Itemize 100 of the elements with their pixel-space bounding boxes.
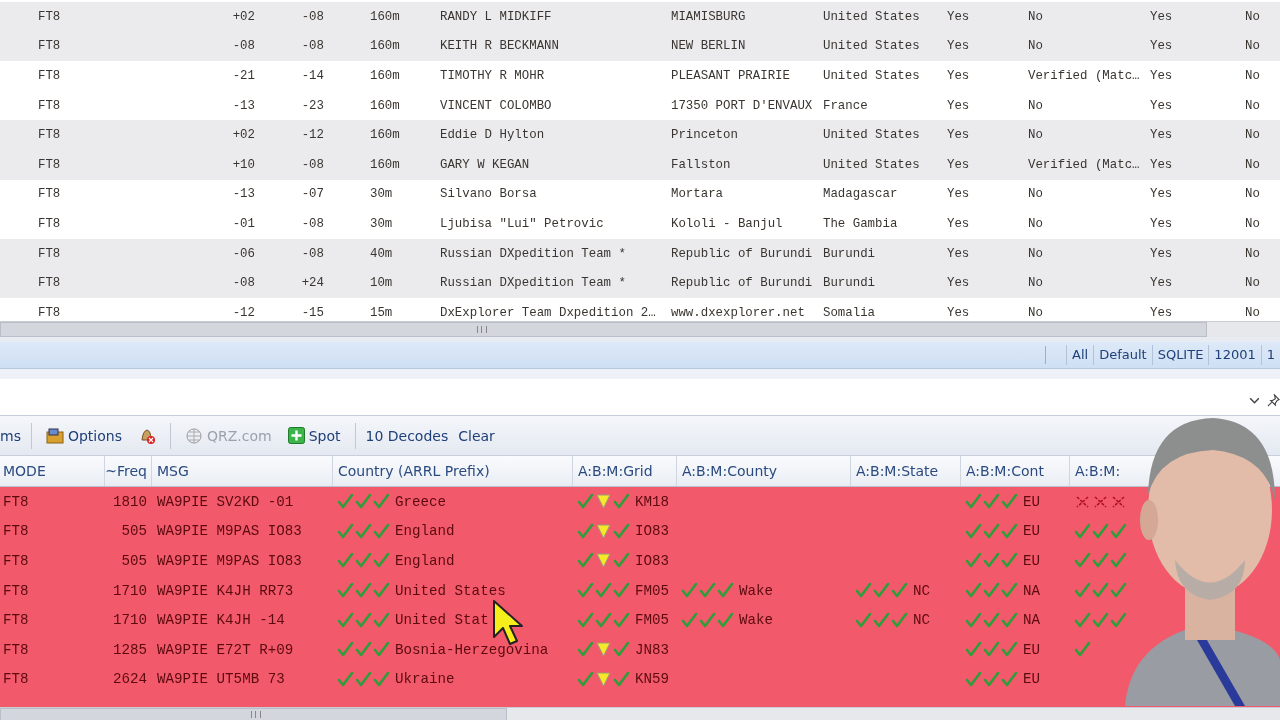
table-cell: RANDY L MIDKIFF bbox=[440, 9, 552, 24]
table-cell-text: 1710 bbox=[111, 582, 148, 599]
table-cell: Madagascar bbox=[823, 187, 898, 202]
table-cell: KN59 bbox=[635, 671, 670, 688]
table-cell: 160m bbox=[370, 9, 400, 24]
toolbar-item[interactable]: ms bbox=[0, 427, 21, 444]
table-cell: -08 bbox=[232, 276, 255, 291]
table-cell: Russian DXpedition Team * bbox=[440, 276, 626, 291]
table-cell: Yes bbox=[947, 98, 970, 113]
table-cell: Yes bbox=[1150, 305, 1173, 320]
table-cell: FT8 bbox=[38, 157, 61, 172]
table-cell: Yes bbox=[947, 187, 970, 202]
table-cell: France bbox=[823, 98, 868, 113]
table-cell: Yes bbox=[947, 246, 970, 261]
table-cell: 160m bbox=[370, 98, 400, 113]
table-cell: Eddie D Hylton bbox=[440, 128, 545, 143]
table-cell: No bbox=[1028, 9, 1043, 24]
table-cell: Yes bbox=[1150, 157, 1173, 172]
table-cell: Yes bbox=[947, 157, 970, 172]
table-cell: -08 bbox=[301, 157, 324, 172]
table-cell: No bbox=[1245, 98, 1260, 113]
globe-icon bbox=[184, 426, 203, 445]
table-cell-text: WA9PIE E72T R+09 bbox=[156, 641, 294, 658]
table-cell-text: FT8 bbox=[2, 553, 29, 569]
table-cell: -23 bbox=[301, 98, 324, 113]
table-cell: Greece bbox=[395, 493, 447, 510]
column-header[interactable]: A:B:M:Cont bbox=[961, 456, 1070, 486]
table-cell: No bbox=[1245, 305, 1260, 320]
table-cell: Yes bbox=[1150, 39, 1173, 54]
table-row[interactable]: FT8 +10 -08 160m GARY W KEGAN Fallston United States Yes Verified (Matc… Yes No bbox=[0, 149, 1280, 180]
column-header[interactable]: A:B:M:State bbox=[851, 456, 961, 486]
table-cell: Republic of Burundi bbox=[671, 246, 813, 261]
table-cell: TIMOTHY R MOHR bbox=[440, 69, 545, 83]
table-cell: FT8 bbox=[38, 246, 61, 261]
table-cell: 10m bbox=[370, 276, 393, 291]
table-cell: EU bbox=[1023, 493, 1041, 510]
table-cell-text: FT8 bbox=[2, 671, 29, 688]
table-cell: Ljubisa "Lui" Petrovic bbox=[440, 216, 604, 231]
table-cell: Somalia bbox=[823, 305, 876, 320]
table-cell: -08 bbox=[232, 39, 255, 54]
column-header[interactable]: A:B:M:County bbox=[677, 456, 851, 486]
table-cell: MIAMISBURG bbox=[671, 9, 746, 24]
table-cell: GARY W KEGAN bbox=[440, 157, 530, 172]
folder-icon bbox=[45, 427, 64, 444]
table-row[interactable]: FT8 +02 -08 160m RANDY L MIDKIFF MIAMISBURG United States Yes No Yes No bbox=[0, 2, 1280, 32]
table-cell: Bosnia-Herzegovina bbox=[395, 641, 549, 658]
table-cell: Yes bbox=[1150, 276, 1173, 291]
table-cell: No bbox=[1245, 128, 1260, 143]
table-cell: -08 bbox=[301, 9, 324, 24]
table-cell: 160m bbox=[370, 157, 400, 172]
horizontal-scrollbar[interactable] bbox=[0, 321, 1280, 337]
table-row[interactable]: FT8 -06 -08 40m Russian DXpedition Team * Republic of Burundi Burundi Yes No Yes No bbox=[0, 238, 1280, 269]
table-cell: Wake bbox=[739, 582, 774, 599]
table-row[interactable]: FT8 -08 -08 160m KEITH R BECKMANN NEW BERLIN United States Yes No Yes No bbox=[0, 31, 1280, 62]
table-cell: United States bbox=[395, 582, 506, 599]
table-cell: NA bbox=[1023, 612, 1041, 629]
table-cell: EU bbox=[1023, 671, 1041, 688]
status-pane: 12001 bbox=[1208, 345, 1261, 365]
table-cell: No bbox=[1245, 69, 1260, 83]
decodes-count: 10 Decodes bbox=[365, 427, 449, 444]
table-row[interactable]: FT8 -08 +24 10m Russian DXpedition Team * Republic of Burundi Burundi Yes No Yes No bbox=[0, 268, 1280, 298]
table-cell: No bbox=[1028, 98, 1043, 113]
table-cell: No bbox=[1245, 187, 1260, 202]
table-cell: No bbox=[1245, 9, 1260, 24]
table-cell: United States bbox=[823, 69, 920, 83]
spot-button[interactable]: Spot bbox=[283, 424, 345, 447]
table-cell: Fallston bbox=[671, 157, 731, 172]
table-cell-text: FT8 bbox=[2, 493, 29, 510]
column-header[interactable]: MODE bbox=[0, 456, 105, 486]
table-cell: 30m bbox=[370, 187, 393, 202]
column-header[interactable]: MSG bbox=[152, 456, 333, 486]
pin-icon[interactable] bbox=[1267, 393, 1280, 407]
table-cell: www.dxexplorer.net bbox=[671, 305, 805, 320]
table-cell: 30m bbox=[370, 216, 393, 231]
table-cell: Yes bbox=[947, 9, 970, 24]
table-cell: Yes bbox=[1150, 98, 1173, 113]
table-cell: Yes bbox=[1150, 187, 1173, 202]
column-header[interactable]: ~Freq bbox=[105, 456, 152, 486]
table-cell: Princeton bbox=[671, 128, 738, 143]
horizontal-scrollbar[interactable] bbox=[0, 707, 1280, 720]
column-header[interactable]: A:B:M:Grid bbox=[573, 456, 677, 486]
table-cell-text: FT8 bbox=[2, 612, 29, 629]
table-cell: No bbox=[1028, 305, 1043, 320]
table-cell: Yes bbox=[947, 69, 970, 83]
table-cell: No bbox=[1245, 276, 1260, 291]
options-button[interactable]: Options bbox=[41, 424, 126, 447]
clear-button[interactable]: Clear bbox=[456, 424, 497, 447]
table-cell: +10 bbox=[232, 157, 255, 172]
table-cell: Yes bbox=[1150, 9, 1173, 24]
table-cell: No bbox=[1028, 187, 1043, 202]
table-cell: Yes bbox=[1150, 246, 1173, 261]
table-cell: -13 bbox=[232, 98, 255, 113]
table-cell: 40m bbox=[370, 246, 393, 261]
table-cell-text: WA9PIE K4JH -14 bbox=[156, 612, 285, 629]
column-header[interactable]: A:B:M: bbox=[1070, 456, 1122, 486]
table-row[interactable]: FT8 +02 -12 160m Eddie D Hylton Princeton United States Yes No Yes No bbox=[0, 120, 1280, 150]
table-cell: No bbox=[1245, 246, 1260, 261]
column-header[interactable]: Country (ARRL Prefix) bbox=[333, 456, 573, 486]
table-cell: EU bbox=[1023, 553, 1041, 569]
table-cell-text: 1710 bbox=[111, 612, 148, 629]
